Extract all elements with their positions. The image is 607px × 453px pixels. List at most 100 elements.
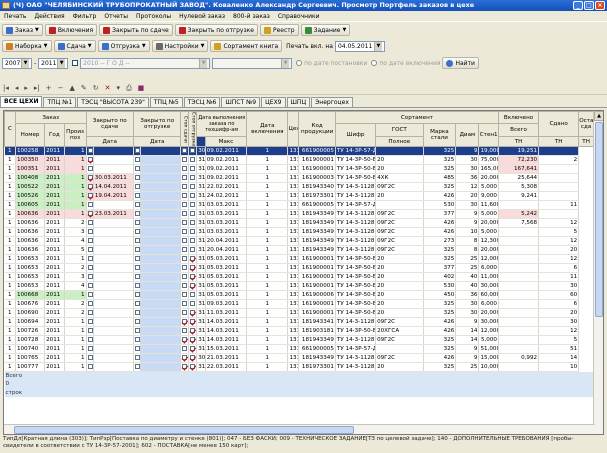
table-row[interactable]: 11006532011431.05.201105.03.201111319001… xyxy=(4,281,594,292)
radio-by-inclusion[interactable]: по дате включения xyxy=(371,60,440,67)
cell-stop-shipment[interactable] xyxy=(188,245,198,256)
cell-closed-shipment-flag[interactable] xyxy=(133,362,142,373)
cell-stop-shipment[interactable] xyxy=(188,317,198,328)
cell-stop-shipment[interactable] xyxy=(188,272,198,283)
cell-closed-delivery-flag[interactable] xyxy=(86,299,94,310)
cell-closed-delivery-flag[interactable] xyxy=(86,254,94,265)
toolbar1-button[interactable]: Заказ ▼ xyxy=(2,24,43,36)
cell-stop-shipment[interactable] xyxy=(188,308,198,319)
chevron-down-icon[interactable]: ▼ xyxy=(199,58,208,68)
cell-closed-delivery-flag[interactable] xyxy=(86,218,94,229)
toolbar1-button[interactable]: Закрыть по отгрузке xyxy=(174,24,258,36)
col-year[interactable]: Год xyxy=(44,122,65,148)
toolbar1-button[interactable]: Реестр xyxy=(260,24,299,36)
chevron-down-icon[interactable]: ▼ xyxy=(142,43,146,49)
table-row[interactable]: 11005222011114.04.201131.03.201122.02.20… xyxy=(4,182,594,193)
cell-closed-delivery-flag[interactable] xyxy=(86,209,94,220)
cell-closed-shipment-flag[interactable] xyxy=(133,308,142,319)
cell-stop-shipment[interactable] xyxy=(188,218,198,229)
cell-closed-shipment-flag[interactable] xyxy=(133,173,142,184)
chevron-down-icon[interactable]: ▼ xyxy=(44,43,48,49)
cell-stop-shipment[interactable] xyxy=(188,182,198,193)
cell-stop-delivery[interactable] xyxy=(180,308,189,319)
cell-stop-delivery[interactable] xyxy=(180,209,189,220)
col-order-group[interactable]: Заказ xyxy=(14,111,87,124)
edit-record-icon[interactable]: ✎ xyxy=(81,84,87,92)
cell-closed-delivery-flag[interactable] xyxy=(86,272,94,283)
cell-stop-delivery[interactable] xyxy=(180,299,189,310)
cell-closed-shipment-flag[interactable] xyxy=(133,254,142,265)
col-shop[interactable]: Цех xyxy=(287,111,300,148)
col-delivered[interactable]: Сдано xyxy=(538,111,580,138)
menu-item[interactable]: Справочники xyxy=(274,11,324,21)
col-tn[interactable]: ТН xyxy=(497,136,540,148)
col-stop-delivery[interactable]: Стоп сдачи xyxy=(180,111,189,148)
col-gost[interactable]: ГОСТ xyxy=(375,122,424,138)
cell-closed-shipment-flag[interactable] xyxy=(133,245,142,256)
cell-stop-shipment[interactable] xyxy=(188,164,198,175)
orders-grid[interactable]: С Заказ Закрыто по сдаче Закрыто по отгр… xyxy=(3,110,604,435)
tab-shop[interactable]: ТЭСЦ №6 xyxy=(183,97,221,107)
cell-closed-delivery-flag[interactable] xyxy=(86,155,94,166)
toolbar2-button[interactable]: Сдача ▼ xyxy=(53,40,96,52)
close-button[interactable]: × xyxy=(595,1,605,10)
cell-stop-delivery[interactable] xyxy=(180,173,189,184)
menu-item[interactable]: Протоколы xyxy=(132,11,175,21)
cell-stop-shipment[interactable] xyxy=(188,254,198,265)
cell-closed-delivery-flag[interactable] xyxy=(86,362,94,373)
table-row[interactable]: 11006362011123.03.201131.03.201103.03.20… xyxy=(4,209,594,220)
table-row[interactable]: 11007262011131.05.201114.03.201111319001… xyxy=(4,326,594,337)
table-row[interactable]: 11004082011130.03.201131.03.201109.02.20… xyxy=(4,173,594,184)
table-row[interactable]: 11006362011331.05.201103.03.201111319001… xyxy=(4,227,594,238)
cell-stop-shipment[interactable] xyxy=(188,236,198,247)
cell-stop-shipment[interactable] xyxy=(188,335,198,346)
delete-record-icon[interactable]: − xyxy=(58,84,64,92)
table-row[interactable]: 11006362011531.05.201120.04.201111319001… xyxy=(4,245,594,256)
col-max[interactable]: Макс xyxy=(204,136,248,148)
toolbar2-button[interactable]: Настройки ▼ xyxy=(151,40,209,52)
col-incl-date[interactable]: Дата включения xyxy=(246,111,289,148)
cell-stop-delivery[interactable] xyxy=(180,326,189,337)
period-field[interactable]: 2010 -- Г О Д -- ▼ xyxy=(80,57,211,69)
filter-icon[interactable]: ▾ xyxy=(117,84,121,92)
cell-stop-delivery[interactable] xyxy=(180,281,189,292)
cell-stop-shipment[interactable] xyxy=(188,155,198,166)
cell-stop-delivery[interactable] xyxy=(180,200,189,211)
cell-stop-delivery[interactable] xyxy=(180,353,189,364)
col-c[interactable]: С xyxy=(4,111,16,148)
cell-closed-shipment-flag[interactable] xyxy=(133,281,142,292)
col-remaining[interactable]: Оста сда xyxy=(578,111,594,138)
print-date-field[interactable]: 04.05.2011 ▼ xyxy=(334,40,385,52)
table-row[interactable]: 11007402011131.05.201115.03.201111319006… xyxy=(4,344,594,355)
chevron-down-icon[interactable]: ▼ xyxy=(201,43,205,49)
cell-closed-delivery-flag[interactable] xyxy=(86,146,94,157)
cell-stop-delivery[interactable] xyxy=(180,245,189,256)
tab-shop[interactable]: ТПЦ №1 xyxy=(43,97,77,107)
tab-shop[interactable]: ШПСТ №9 xyxy=(221,97,261,107)
cell-closed-shipment-flag[interactable] xyxy=(133,155,142,166)
extra-filter-field[interactable]: ▼ xyxy=(212,57,293,69)
cell-stop-shipment[interactable] xyxy=(188,326,198,337)
table-row[interactable]: 11006052011131.05.201103.03.201111319006… xyxy=(4,200,594,211)
col-cipher[interactable]: Шифр xyxy=(334,122,377,148)
chevron-down-icon[interactable]: ▼ xyxy=(281,58,290,68)
table-row[interactable]: 11006942011131.05.201114.03.201111319001… xyxy=(4,317,594,328)
col-steel[interactable]: Марка стали xyxy=(422,122,457,148)
col-number[interactable]: Номер xyxy=(14,122,46,148)
cell-closed-shipment-flag[interactable] xyxy=(133,272,142,283)
cell-stop-delivery[interactable] xyxy=(180,335,189,346)
table-row[interactable]: 11006532011331.05.201105.03.201111319001… xyxy=(4,272,594,283)
cell-closed-shipment-flag[interactable] xyxy=(133,317,142,328)
cell-stop-shipment[interactable] xyxy=(188,353,198,364)
cell-stop-shipment[interactable] xyxy=(188,263,198,274)
cell-stop-delivery[interactable] xyxy=(180,272,189,283)
chevron-down-icon[interactable]: ▼ xyxy=(35,27,39,33)
chevron-down-icon[interactable]: ▼ xyxy=(342,27,346,33)
cell-stop-shipment[interactable] xyxy=(188,146,198,157)
horizontal-scrollbar[interactable] xyxy=(4,424,595,434)
cell-stop-shipment[interactable] xyxy=(188,227,198,238)
cell-closed-shipment-flag[interactable] xyxy=(133,182,142,193)
col-stop-shipment[interactable]: Стоп отгрузка xyxy=(187,111,198,148)
col-product-code[interactable]: Код продукции xyxy=(298,111,336,148)
cell-stop-shipment[interactable] xyxy=(188,299,198,310)
